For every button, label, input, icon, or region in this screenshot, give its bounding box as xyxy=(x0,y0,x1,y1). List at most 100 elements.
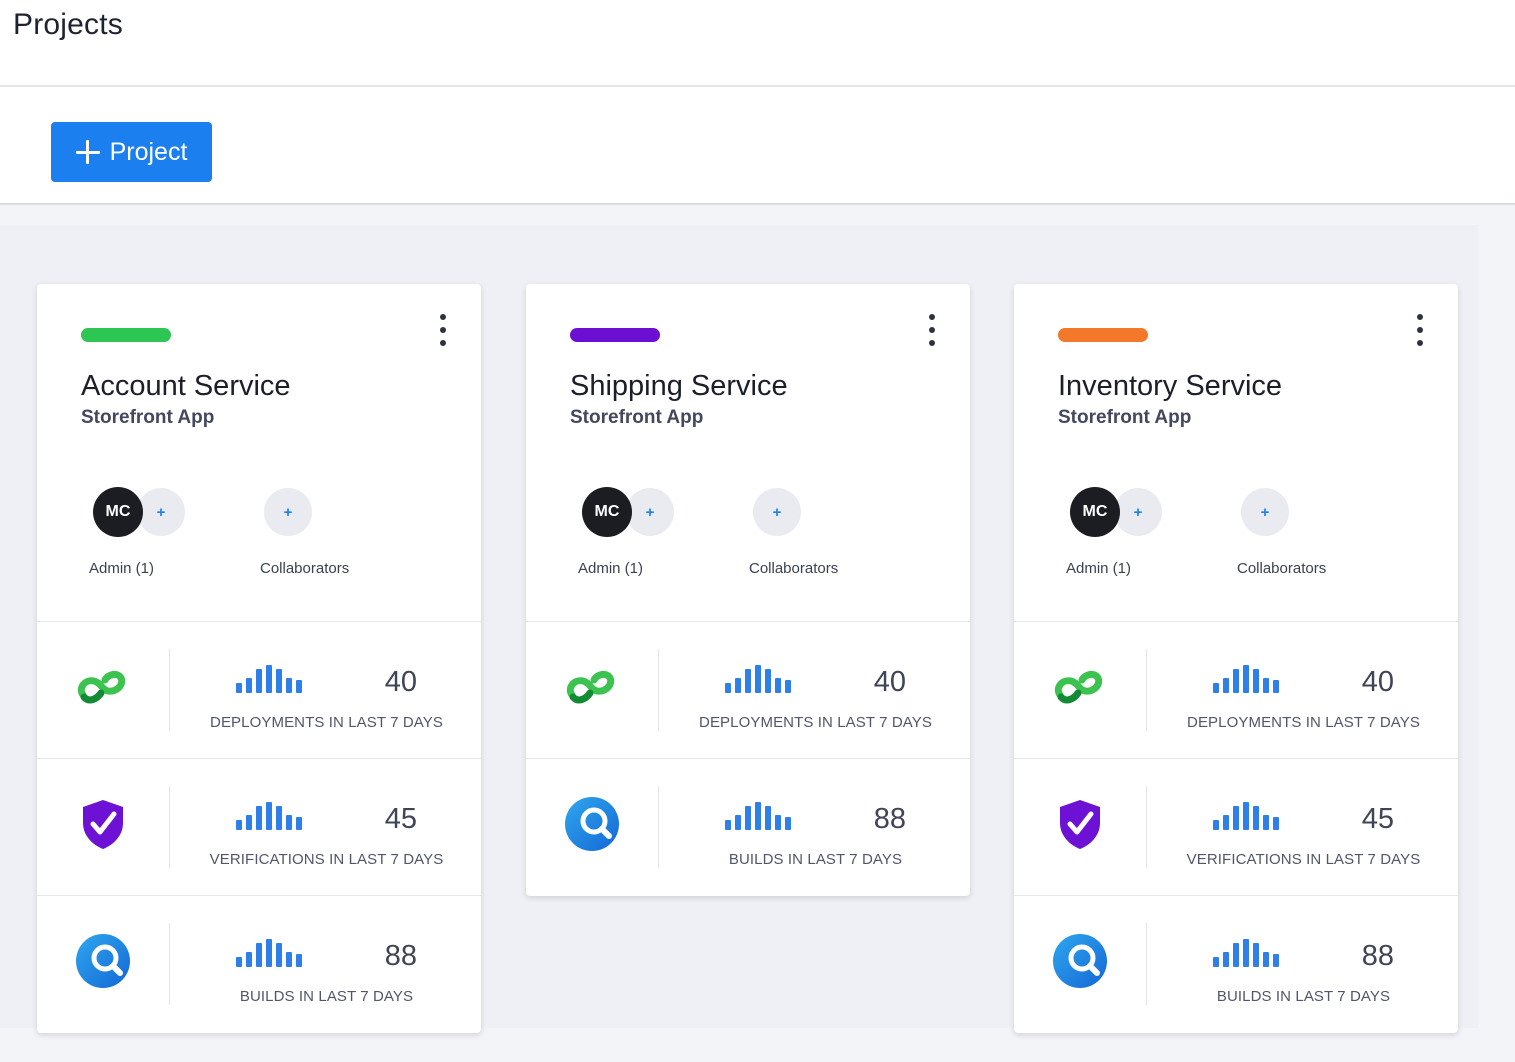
toolbar: Project xyxy=(0,87,1515,205)
sparkline-bar xyxy=(1223,952,1229,967)
sparkline-bar xyxy=(745,669,751,693)
project-app-name: Storefront App xyxy=(81,407,215,428)
metric-divider xyxy=(1146,786,1147,868)
page-title: Projects xyxy=(13,8,123,41)
add-project-button[interactable]: Project xyxy=(51,122,212,182)
metric-verifications[interactable]: 45 VERIFICATIONS IN LAST 7 DAYS xyxy=(37,759,481,896)
add-project-label: Project xyxy=(109,137,188,166)
metric-label: BUILDS IN LAST 7 DAYS xyxy=(728,851,903,868)
admin-avatar[interactable]: MC xyxy=(93,487,143,537)
metric-value: 40 xyxy=(873,666,906,698)
verification-shield-icon xyxy=(75,796,131,852)
metric-label: VERIFICATIONS IN LAST 7 DAYS xyxy=(1186,851,1421,868)
sparkline-bar xyxy=(236,683,242,693)
metric-label: DEPLOYMENTS IN LAST 7 DAYS xyxy=(699,714,932,731)
sparkline-bar xyxy=(755,665,761,693)
sparkline-chart xyxy=(236,665,322,693)
project-cards-area: Account Service Storefront App MC + + Ad… xyxy=(0,225,1478,1033)
admin-avatar[interactable]: MC xyxy=(582,487,632,537)
metric-label: BUILDS IN LAST 7 DAYS xyxy=(239,988,414,1005)
sparkline-bar xyxy=(1223,815,1229,830)
add-admin-button[interactable]: + xyxy=(137,488,185,536)
sparkline-bar xyxy=(1233,943,1239,967)
metric-deployments[interactable]: 40 DEPLOYMENTS IN LAST 7 DAYS xyxy=(1014,622,1458,759)
sparkline-bar xyxy=(725,683,731,693)
more-options-icon[interactable] xyxy=(1412,314,1428,346)
project-name[interactable]: Inventory Service xyxy=(1058,370,1282,403)
project-name[interactable]: Shipping Service xyxy=(570,370,788,403)
metric-deployments[interactable]: 40 DEPLOYMENTS IN LAST 7 DAYS xyxy=(37,622,481,759)
add-collaborator-button[interactable]: + xyxy=(1241,488,1289,536)
metric-value: 88 xyxy=(873,803,906,835)
sparkline-chart xyxy=(1213,665,1299,693)
sparkline-bar xyxy=(735,815,741,830)
collaborators-label: Collaborators xyxy=(749,560,839,577)
metric-builds[interactable]: 88 BUILDS IN LAST 7 DAYS xyxy=(526,759,970,896)
sparkline-chart xyxy=(725,665,811,693)
metric-builds[interactable]: 88 BUILDS IN LAST 7 DAYS xyxy=(37,896,481,1033)
admin-avatars: MC + xyxy=(93,487,188,537)
sparkline-bar xyxy=(1213,683,1219,693)
collaborators-label: Collaborators xyxy=(1237,560,1327,577)
sparkline-bar xyxy=(236,820,242,830)
sparkline-bar xyxy=(745,806,751,830)
project-card-inventory-service[interactable]: Inventory Service Storefront App MC + + … xyxy=(1014,284,1458,1033)
sparkline-bar xyxy=(266,665,272,693)
sparkline-bar xyxy=(775,815,781,830)
sparkline-bar xyxy=(1243,802,1249,830)
sparkline-bar xyxy=(286,952,292,967)
add-collaborator-button[interactable]: + xyxy=(753,488,801,536)
admin-avatar[interactable]: MC xyxy=(1070,487,1120,537)
deployment-link-icon xyxy=(1052,659,1108,715)
sparkline-chart xyxy=(1213,802,1299,830)
sparkline-bar xyxy=(276,806,282,830)
add-admin-button[interactable]: + xyxy=(1114,488,1162,536)
metric-verifications[interactable]: 45 VERIFICATIONS IN LAST 7 DAYS xyxy=(1014,759,1458,896)
sparkline-bar xyxy=(785,817,791,830)
metric-label: DEPLOYMENTS IN LAST 7 DAYS xyxy=(210,714,443,731)
more-options-icon[interactable] xyxy=(435,314,451,346)
page-header: Projects xyxy=(0,0,1515,87)
sparkline-bar xyxy=(256,943,262,967)
sparkline-bar xyxy=(246,952,252,967)
project-card-account-service[interactable]: Account Service Storefront App MC + + Ad… xyxy=(37,284,481,1033)
metric-label: DEPLOYMENTS IN LAST 7 DAYS xyxy=(1187,714,1420,731)
metric-value: 88 xyxy=(1361,940,1394,972)
sparkline-bar xyxy=(1243,665,1249,693)
add-collaborator-button[interactable]: + xyxy=(264,488,312,536)
project-color-bar xyxy=(1058,328,1148,342)
project-name[interactable]: Account Service xyxy=(81,370,291,403)
sparkline-bar xyxy=(266,939,272,967)
sparkline-bar xyxy=(735,678,741,693)
admin-avatars: MC + xyxy=(1070,487,1165,537)
deployment-link-icon xyxy=(75,659,131,715)
metric-value: 40 xyxy=(1361,666,1394,698)
project-app-name: Storefront App xyxy=(1058,407,1192,428)
sparkline-bar xyxy=(246,678,252,693)
admin-label: Admin (1) xyxy=(578,560,644,577)
sparkline-bar xyxy=(286,678,292,693)
sparkline-bar xyxy=(1263,952,1269,967)
metric-builds[interactable]: 88 BUILDS IN LAST 7 DAYS xyxy=(1014,896,1458,1033)
metric-value: 45 xyxy=(384,803,417,835)
metric-deployments[interactable]: 40 DEPLOYMENTS IN LAST 7 DAYS xyxy=(526,622,970,759)
sparkline-bar xyxy=(1253,669,1259,693)
sparkline-bar xyxy=(296,954,302,967)
admin-label: Admin (1) xyxy=(89,560,155,577)
deployment-link-icon xyxy=(564,659,620,715)
sparkline-chart xyxy=(1213,939,1299,967)
build-search-icon xyxy=(1052,933,1108,989)
sparkline-bar xyxy=(1273,954,1279,967)
metric-divider xyxy=(169,786,170,868)
more-options-icon[interactable] xyxy=(924,314,940,346)
sparkline-bar xyxy=(1223,678,1229,693)
sparkline-bar xyxy=(1273,680,1279,693)
build-search-icon xyxy=(564,796,620,852)
sparkline-bar xyxy=(1253,806,1259,830)
add-admin-button[interactable]: + xyxy=(626,488,674,536)
admin-label: Admin (1) xyxy=(1066,560,1132,577)
sparkline-bar xyxy=(266,802,272,830)
metric-divider xyxy=(1146,923,1147,1005)
project-card-shipping-service[interactable]: Shipping Service Storefront App MC + + A… xyxy=(526,284,970,896)
sparkline-bar xyxy=(1253,943,1259,967)
